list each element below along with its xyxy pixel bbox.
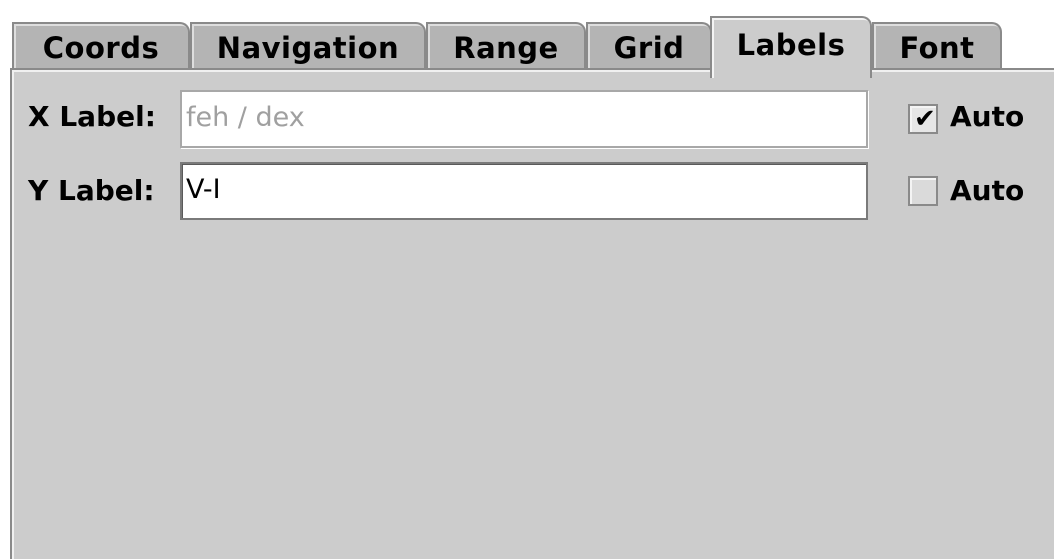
- y-label-field[interactable]: V-I: [180, 162, 868, 220]
- tab-coords[interactable]: Coords: [12, 22, 190, 74]
- tab-font-label: Font: [899, 31, 975, 65]
- tab-grid[interactable]: Grid: [586, 22, 712, 74]
- labels-panel: X Label: feh / dex ✔ Auto Y Label: V-I A…: [10, 68, 1054, 559]
- x-label-caption: X Label:: [28, 100, 156, 133]
- tab-strip: Coords Navigation Range Grid Labels Font: [10, 10, 1054, 78]
- tab-coords-label: Coords: [42, 31, 160, 65]
- tab-grid-label: Grid: [613, 31, 685, 65]
- tab-navigation[interactable]: Navigation: [190, 22, 426, 74]
- tab-navigation-label: Navigation: [216, 31, 400, 65]
- tab-range[interactable]: Range: [426, 22, 586, 74]
- tab-labels[interactable]: Labels: [710, 16, 872, 78]
- x-auto-label: Auto: [950, 100, 1025, 133]
- y-label-caption: Y Label:: [28, 174, 155, 207]
- y-auto-label: Auto: [950, 174, 1025, 207]
- plot-config-window: Coords Navigation Range Grid Labels Font…: [0, 0, 1054, 559]
- checkmark-icon: ✔: [914, 104, 936, 134]
- tab-range-label: Range: [453, 31, 559, 65]
- x-label-field[interactable]: feh / dex: [180, 90, 868, 148]
- tab-font[interactable]: Font: [872, 22, 1002, 74]
- x-auto-checkbox[interactable]: ✔: [908, 104, 938, 134]
- y-auto-checkbox[interactable]: [908, 176, 938, 206]
- tab-labels-label: Labels: [736, 28, 846, 62]
